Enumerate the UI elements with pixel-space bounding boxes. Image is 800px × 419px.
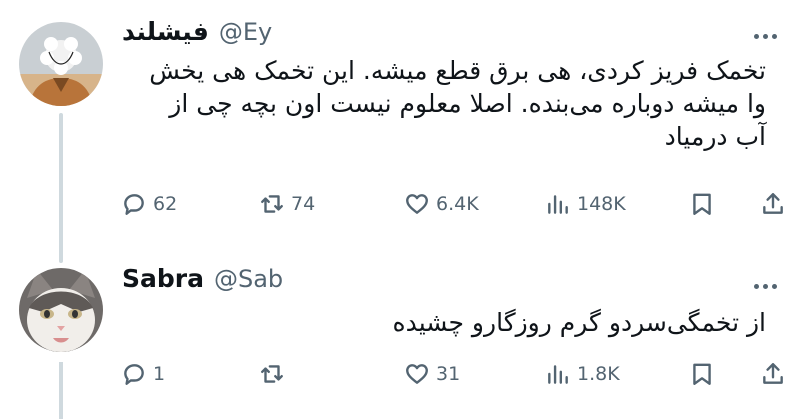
display-name[interactable]: فیشلند (122, 17, 209, 46)
reply-icon (124, 364, 144, 385)
bookmark-icon (693, 193, 711, 215)
handle[interactable]: @Ey (219, 18, 272, 46)
retweet-count: 74 (291, 193, 316, 215)
bookmark-button[interactable] (689, 354, 715, 394)
bookmark-button[interactable] (689, 184, 715, 224)
like-count: 31 (436, 363, 461, 385)
display-name[interactable]: Sabra (122, 264, 204, 293)
tweet-header: Sabra @Sab (122, 264, 283, 293)
reply-count: 1 (153, 363, 166, 385)
tweet-text: تخمک فریز کردی، هی برق قطع میشه. این تخم… (149, 56, 766, 151)
tweet[interactable]: فیشلند @Ey تخمک فریز کردی، هی برق قطع می… (0, 0, 800, 263)
handle[interactable]: @Sab (214, 265, 283, 293)
share-button[interactable] (760, 184, 786, 224)
more-icon[interactable] (754, 31, 778, 41)
action-bar: 62 74 6.4K 148K (0, 184, 800, 224)
views-button[interactable]: 148K (545, 184, 626, 224)
tweet-text: از تخمگی‌سردو گرم روزگارو چشیده (392, 308, 766, 337)
avatar[interactable] (19, 268, 103, 352)
bookmark-icon (693, 363, 711, 385)
heart-icon (406, 364, 428, 384)
views-icon (548, 195, 568, 214)
tweet[interactable]: Sabra @Sab از تخمگی‌سردو گرم روزگارو چشی… (0, 250, 800, 419)
avatar[interactable] (19, 22, 103, 106)
like-button[interactable]: 6.4K (404, 184, 479, 224)
retweet-button[interactable]: 74 (259, 184, 315, 224)
share-icon (763, 363, 783, 384)
action-bar: 1 31 1.8K (0, 354, 800, 394)
like-button[interactable]: 31 (404, 354, 460, 394)
views-count: 1.8K (577, 363, 620, 385)
share-button[interactable] (760, 354, 786, 394)
reply-count: 62 (153, 193, 178, 215)
more-icon[interactable] (754, 281, 778, 291)
like-count: 6.4K (436, 193, 479, 215)
tweet-header: فیشلند @Ey (122, 17, 272, 46)
reply-button[interactable]: 62 (121, 184, 177, 224)
share-icon (763, 193, 783, 214)
reply-icon (124, 194, 144, 215)
views-count: 148K (577, 193, 626, 215)
retweet-icon (261, 365, 283, 383)
retweet-icon (261, 195, 283, 213)
retweet-button[interactable] (259, 354, 291, 394)
reply-button[interactable]: 1 (121, 354, 165, 394)
views-icon (548, 365, 568, 384)
heart-icon (406, 194, 428, 214)
views-button[interactable]: 1.8K (545, 354, 620, 394)
